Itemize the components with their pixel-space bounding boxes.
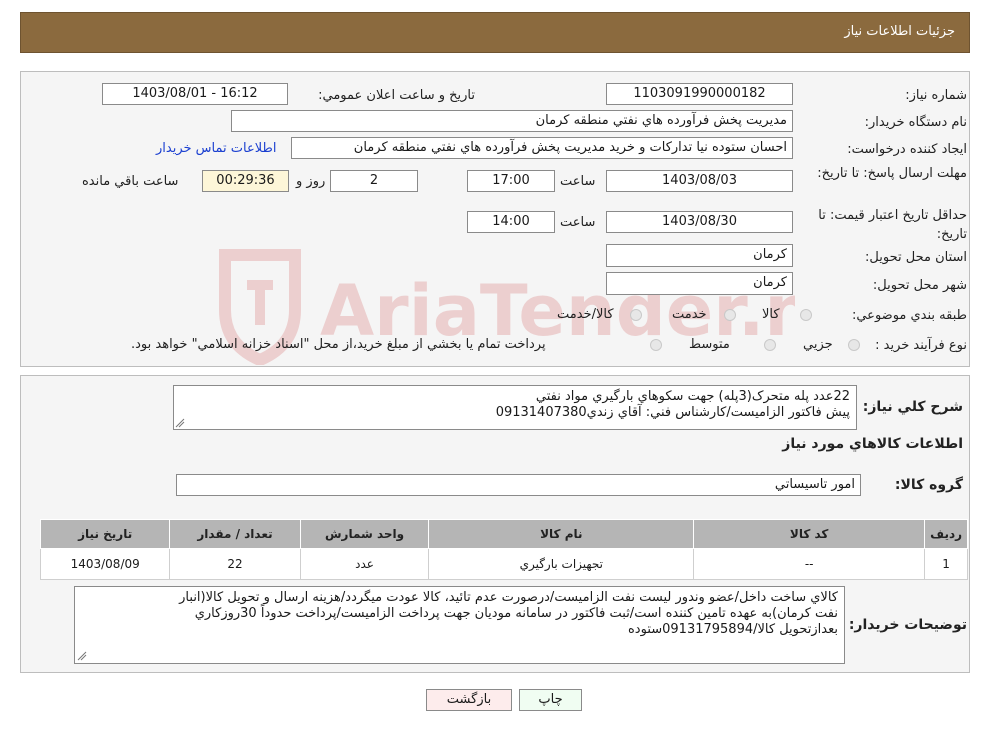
process-label: نوع فرآيند خريد : <box>875 338 967 353</box>
description-line-2: پيش فاکتور الزاميست/کارشناس فني: آقاي زن… <box>495 405 850 420</box>
process-option-minor: جزيي <box>803 337 833 352</box>
goods-group-field: امور تاسيساتي <box>176 474 861 496</box>
validity-date-field: 1403/08/30 <box>606 211 793 233</box>
col-item-name: نام کالا <box>428 519 695 549</box>
buyer-notes-line-1: کالاي ساخت داخل/عضو وندور ليست نفت الزام… <box>179 590 838 605</box>
days-field: 2 <box>330 170 418 192</box>
announce-label: تاريخ و ساعت اعلان عمومي: <box>318 88 475 103</box>
category-label: طبقه بندي موضوعي: <box>851 308 967 323</box>
category-option-service: خدمت <box>672 307 707 322</box>
deadline-time-field: 17:00 <box>467 170 555 192</box>
category-radio-service[interactable] <box>724 309 736 321</box>
category-option-goods-service: کالا/خدمت <box>557 307 614 322</box>
buyer-notes-line-2: نفت کرمان)به عهده تامين کننده است/ثبت فا… <box>194 606 838 621</box>
goods-group-label: گروه کالا: <box>894 477 963 493</box>
cell-unit: عدد <box>299 548 430 580</box>
need-number-label: شماره نياز: <box>905 88 967 103</box>
goods-section-title: اطلاعات کالاهاي مورد نياز <box>782 436 963 452</box>
remaining-time-field: 00:29:36 <box>202 170 289 192</box>
creator-field: احسان ستوده نيا تدارکات و خريد مديريت پخ… <box>291 137 793 159</box>
process-radio-medium[interactable] <box>764 339 776 351</box>
process-option-medium: متوسط <box>689 337 730 352</box>
col-need-date: تاريخ نياز <box>39 519 171 549</box>
page-header: جزئيات اطلاعات نياز <box>20 12 970 53</box>
deadline-label: مهلت ارسال پاسخ: تا تاريخ: <box>817 166 967 181</box>
province-field: کرمان <box>606 244 793 267</box>
cell-item-code: -- <box>693 548 926 580</box>
resize-grip-icon[interactable] <box>175 418 185 428</box>
validity-time-field: 14:00 <box>467 211 555 233</box>
buyer-org-field: مديريت پخش فرآورده هاي نفتي منطقه کرمان <box>231 110 793 132</box>
col-row-number: رديف <box>924 519 968 549</box>
table-row: 1403/08/09 22 عدد تجهيزات بارگيري -- 1 <box>39 548 968 580</box>
cell-need-date: 1403/08/09 <box>39 548 171 580</box>
cell-quantity: 22 <box>169 548 301 580</box>
description-label: شرح کلي نياز: <box>862 399 963 415</box>
province-label: استان محل تحويل: <box>865 250 967 265</box>
remaining-label: ساعت باقي مانده <box>82 174 179 189</box>
print-button[interactable]: چاپ <box>519 689 582 711</box>
resize-grip-icon[interactable] <box>77 651 87 661</box>
validity-label: حداقل تاريخ اعتبار قيمت: تا تاريخ: <box>818 208 967 242</box>
back-button[interactable]: بازگشت <box>426 689 512 711</box>
page-title: جزئيات اطلاعات نياز <box>844 24 955 39</box>
announce-field: 1403/08/01 - 16:12 <box>102 83 288 105</box>
category-radio-goods[interactable] <box>800 309 812 321</box>
need-number-field: 1103091990000182 <box>606 83 793 105</box>
contact-info-link[interactable]: اطلاعات تماس خريدار <box>156 141 276 156</box>
city-field: کرمان <box>606 272 793 295</box>
category-radio-goods-service[interactable] <box>630 309 642 321</box>
description-textarea[interactable]: 22عدد پله متحرک(3پله) جهت سکوهاي بارگيري… <box>173 385 857 430</box>
buyer-notes-textarea[interactable]: کالاي ساخت داخل/عضو وندور ليست نفت الزام… <box>74 586 845 664</box>
cell-row-number: 1 <box>924 548 968 580</box>
buyer-org-label: نام دستگاه خريدار: <box>864 115 967 130</box>
city-label: شهر محل تحويل: <box>872 278 967 293</box>
table-header-row: تاريخ نياز تعداد / مقدار واحد شمارش نام … <box>39 519 968 549</box>
category-option-goods: کالا <box>762 307 780 322</box>
deadline-date-field: 1403/08/03 <box>606 170 793 192</box>
col-unit: واحد شمارش <box>299 519 430 549</box>
days-label: روز و <box>296 174 326 189</box>
goods-table: تاريخ نياز تعداد / مقدار واحد شمارش نام … <box>39 519 968 580</box>
deadline-time-label: ساعت <box>560 174 596 189</box>
buyer-notes-label: توضيحات خريدار: <box>848 617 967 633</box>
process-radio-minor[interactable] <box>848 339 860 351</box>
buyer-notes-line-3: بعدازتحويل کالا/09131795894ستوده <box>628 622 838 637</box>
description-line-1: 22عدد پله متحرک(3پله) جهت سکوهاي بارگيري… <box>535 389 850 404</box>
cell-item-name: تجهيزات بارگيري <box>428 548 695 580</box>
validity-time-label: ساعت <box>560 215 596 230</box>
creator-label: ايجاد کننده درخواست: <box>847 142 967 157</box>
col-quantity: تعداد / مقدار <box>169 519 301 549</box>
col-item-code: کد کالا <box>693 519 926 549</box>
treasury-checkbox[interactable] <box>650 339 662 351</box>
process-note: پرداخت تمام يا بخشي از مبلغ خريد،از محل … <box>131 337 546 352</box>
